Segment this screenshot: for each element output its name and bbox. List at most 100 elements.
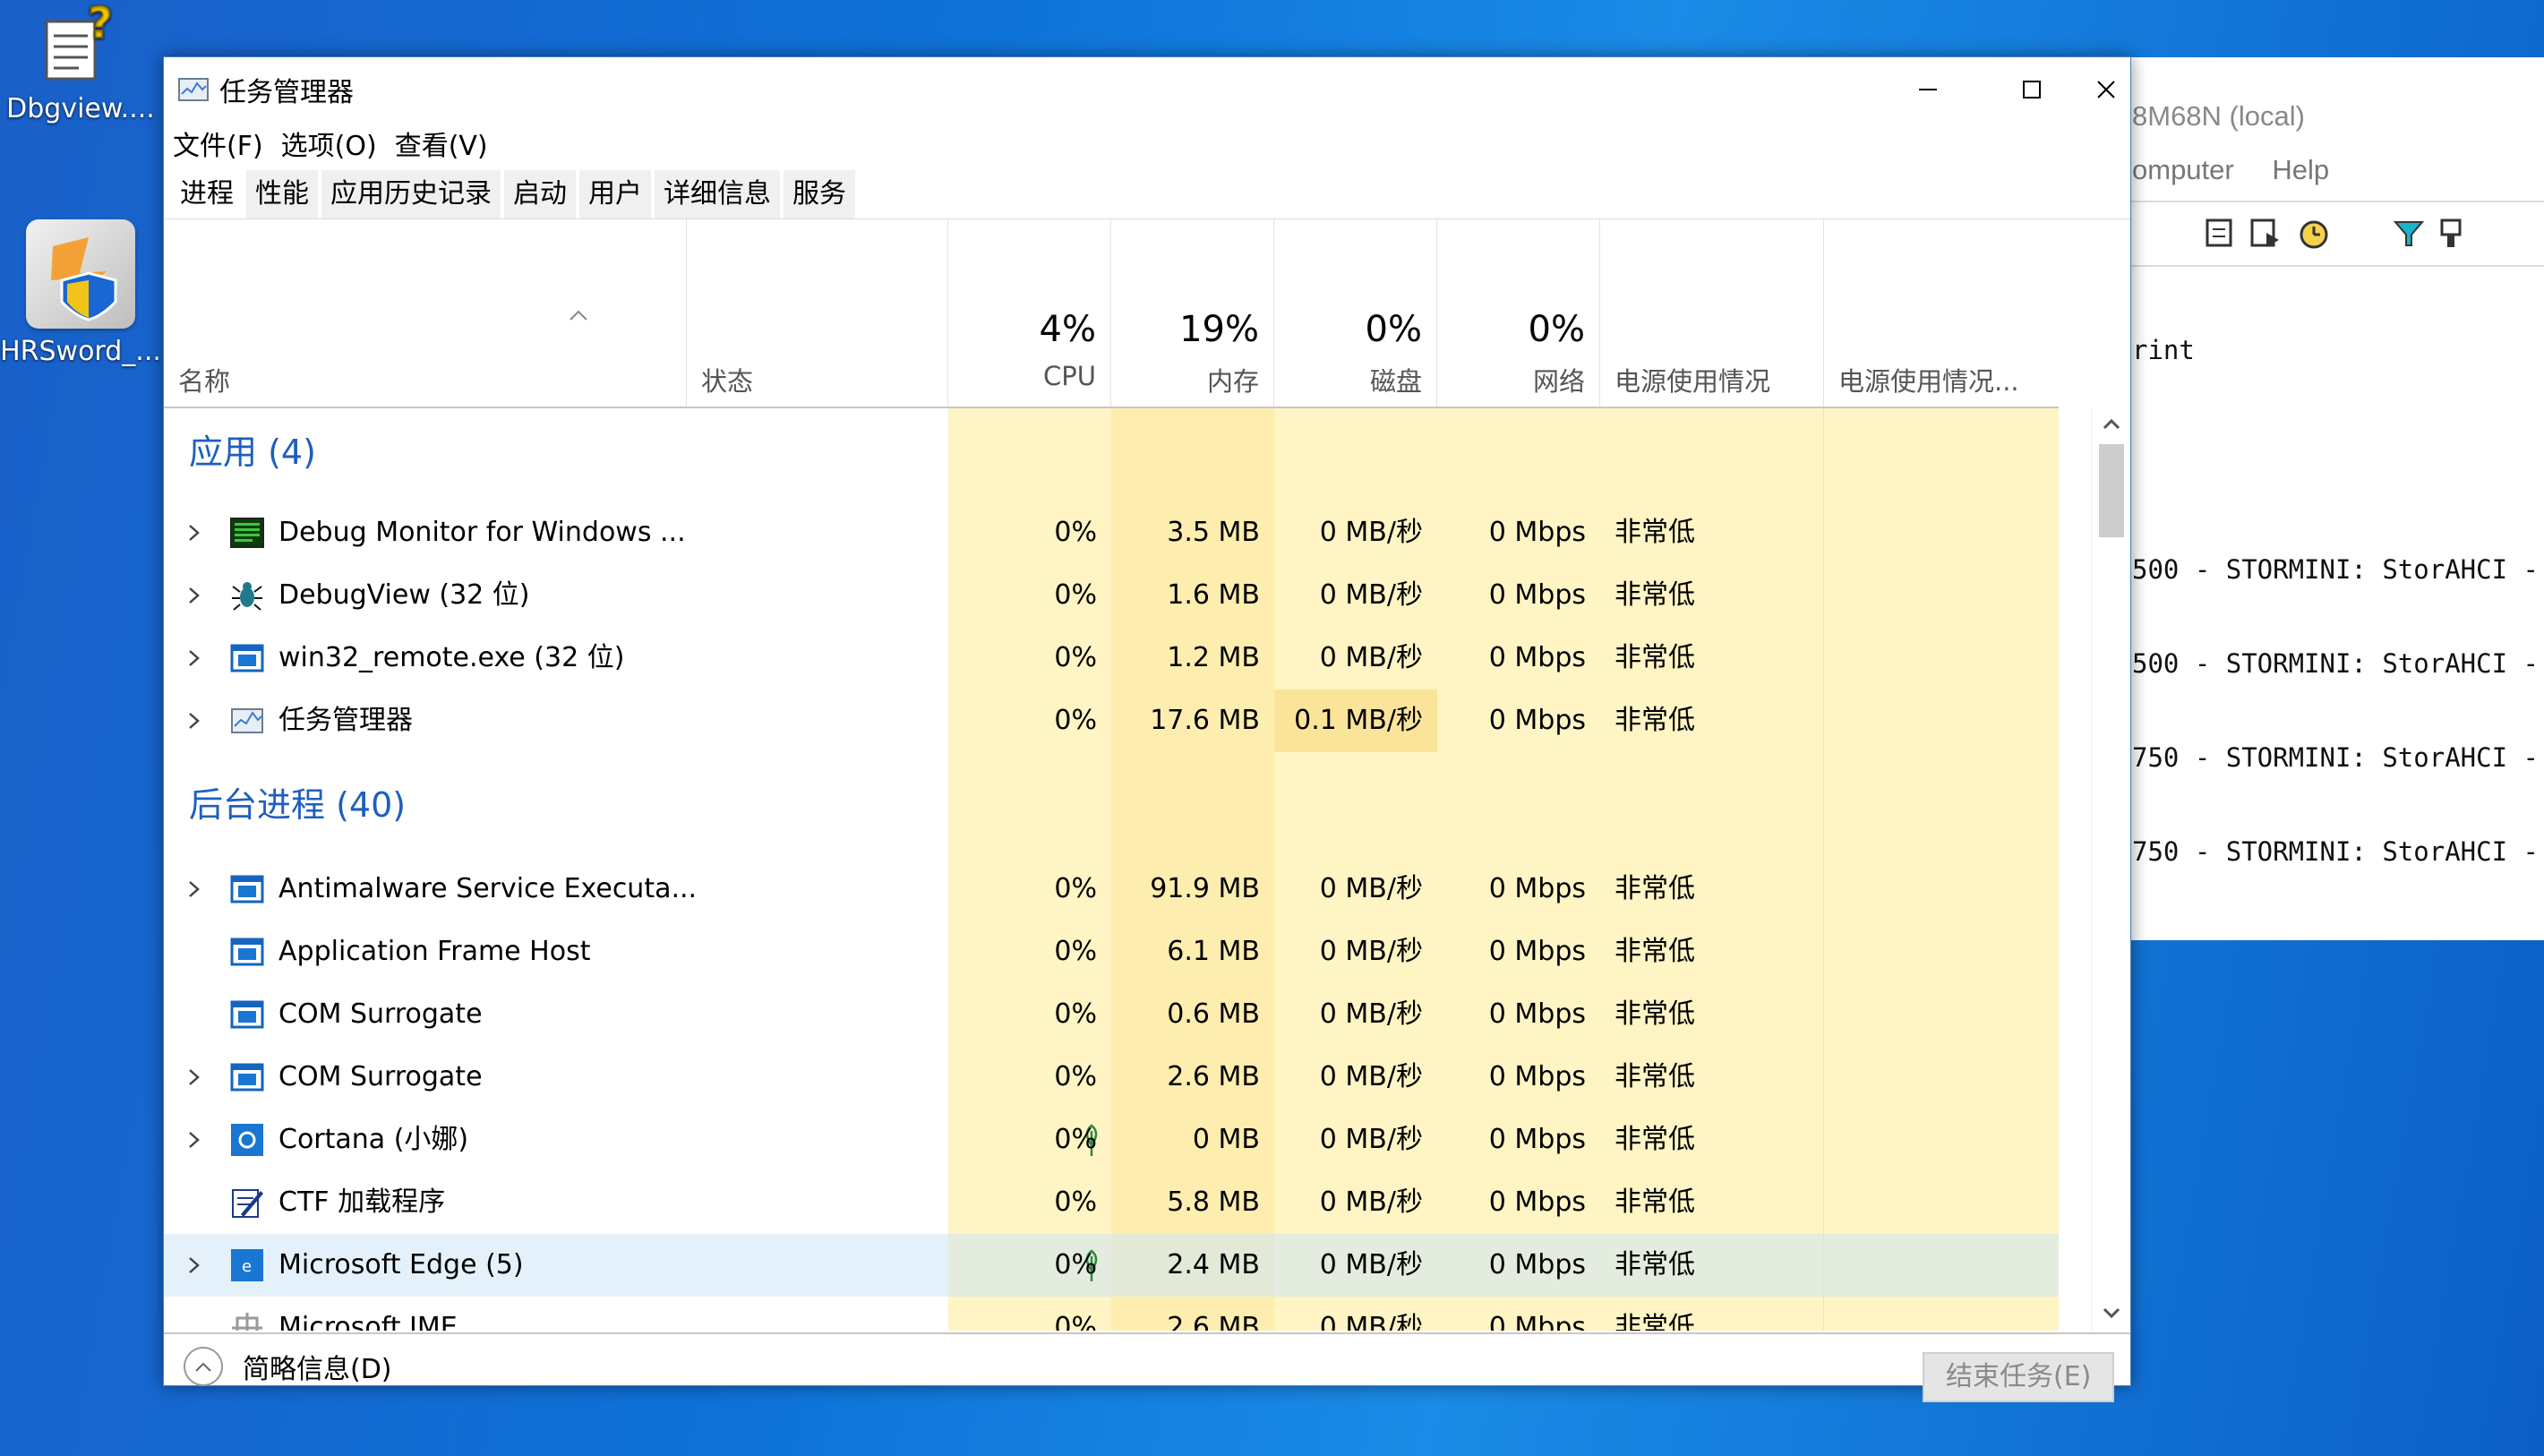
table-row[interactable]: win32_remote.exe (32 位) 0% 1.2 MB 0 MB/秒 0 M… <box>164 627 2059 689</box>
maximize-button[interactable] <box>1980 57 2084 122</box>
column-power-trend[interactable]: 电源使用情况... <box>1824 219 2059 407</box>
table-row[interactable]: CTF 加载程序 0% 5.8 MB 0 MB/秒 0 Mbps 非常低 <box>164 1171 2059 1234</box>
tab-services[interactable]: 服务 <box>784 170 855 218</box>
table-row[interactable]: Microsoft IME 0% 2.6 MB 0 MB/秒 0 Mbps 非常低 <box>164 1297 2059 1331</box>
disk-cell: 0 MB/秒 <box>1319 873 1423 904</box>
network-cell: 0 Mbps <box>1488 1249 1586 1280</box>
table-row[interactable]: Antimalware Service Executa... 0% 91.9 MB 0… <box>164 858 2059 921</box>
column-status[interactable]: 状态 <box>687 219 948 407</box>
column-power[interactable]: 电源使用情况 <box>1600 219 1824 407</box>
desktop-icon-hrsword[interactable]: HRSword_... <box>0 219 161 367</box>
cpu-cell: 0% <box>1054 1312 1097 1331</box>
expand-chevron-icon[interactable] <box>185 879 203 899</box>
table-row[interactable]: Cortana (小娜) 0% 0 MB 0 MB/秒 0 Mbps 非常低 <box>164 1109 2059 1171</box>
vertical-scrollbar[interactable] <box>2091 408 2130 1331</box>
expand-chevron-icon[interactable] <box>185 1130 203 1150</box>
memory-cell: 3.5 MB <box>1167 517 1260 548</box>
disk-cell: 0 MB/秒 <box>1319 517 1423 548</box>
network-cell: 0 Mbps <box>1488 998 1586 1030</box>
log-line: 500 - STORMINI: StorAHCI - <box>2132 554 2539 585</box>
tab-processes[interactable]: 进程 <box>171 170 243 218</box>
menu-file[interactable]: 文件(F) <box>171 124 265 163</box>
table-row[interactable]: Application Frame Host 0% 6.1 MB 0 MB/秒 0 Mb… <box>164 921 2059 983</box>
column-memory[interactable]: 19% 内存 <box>1111 219 1274 407</box>
minimize-button[interactable] <box>1876 57 1980 122</box>
network-cell: 0 Mbps <box>1488 642 1586 673</box>
title-bar[interactable]: 任务管理器 <box>164 57 2130 122</box>
memory-cell: 6.1 MB <box>1167 936 1260 967</box>
tab-details[interactable]: 详细信息 <box>655 170 780 218</box>
clock-icon[interactable] <box>2297 215 2331 251</box>
expand-chevron-icon[interactable] <box>185 1067 203 1087</box>
network-cell: 0 Mbps <box>1488 873 1586 904</box>
cpu-cell: 0% <box>1054 1124 1097 1155</box>
column-cpu[interactable]: 4% CPU <box>948 219 1111 407</box>
edit-icon[interactable] <box>2204 215 2238 251</box>
disk-total: 0% <box>1365 309 1422 350</box>
expand-chevron-icon[interactable] <box>185 523 203 543</box>
filter-icon[interactable] <box>2392 215 2426 251</box>
cpu-cell: 0% <box>1054 705 1097 736</box>
scroll-up-icon[interactable] <box>2101 415 2122 433</box>
menu-view[interactable]: 查看(V) <box>393 124 490 163</box>
column-cpu-label: CPU <box>1043 361 1096 391</box>
table-row[interactable]: DebugView (32 位) 0% 1.6 MB 0 MB/秒 0 Mbps 非常低 <box>164 564 2059 627</box>
end-task-button[interactable]: 结束任务(E) <box>1923 1352 2115 1402</box>
window-app-icon <box>230 641 264 675</box>
cpu-cell: 0% <box>1054 1186 1097 1218</box>
process-name: COM Surrogate <box>278 1061 483 1092</box>
fewer-details-button[interactable]: 简略信息(D) <box>184 1347 392 1386</box>
column-name-label: 名称 <box>178 366 231 397</box>
task-manager-window[interactable]: 任务管理器 文件(F) 选项(O) 查看(V) 进程 性能 应用历史记录 启动 … <box>163 56 2132 1402</box>
tab-users[interactable]: 用户 <box>579 170 651 218</box>
bug-icon <box>230 578 264 612</box>
menu-options[interactable]: 选项(O) <box>279 124 379 163</box>
scrollbar-thumb[interactable] <box>2099 444 2124 537</box>
group-header-apps: 应用 (4) <box>164 408 2059 501</box>
menu-help[interactable]: Help <box>2272 154 2329 185</box>
memory-cell: 0.6 MB <box>1167 998 1260 1030</box>
close-button[interactable] <box>2080 57 2132 122</box>
column-power-label: 电源使用情况 <box>1615 366 1771 397</box>
process-name: Cortana (小娜) <box>278 1124 469 1155</box>
table-row[interactable]: 任务管理器 0% 17.6 MB 0.1 MB/秒 0 Mbps 非常低 <box>164 689 2059 752</box>
expand-chevron-icon[interactable] <box>185 586 203 605</box>
column-disk[interactable]: 0% 磁盘 <box>1274 219 1437 407</box>
table-row[interactable]: COM Surrogate 0% 0.6 MB 0 MB/秒 0 Mbps 非常低 <box>164 983 2059 1046</box>
table-row[interactable]: COM Surrogate 0% 2.6 MB 0 MB/秒 0 Mbps 非常低 <box>164 1046 2059 1109</box>
tab-startup[interactable]: 启动 <box>504 170 576 218</box>
cortana-icon <box>230 1123 264 1157</box>
network-cell: 0 Mbps <box>1488 1312 1586 1331</box>
expand-chevron-icon[interactable] <box>185 648 203 668</box>
power-cell: 非常低 <box>1615 1124 1695 1155</box>
memory-cell: 91.9 MB <box>1150 873 1260 904</box>
desktop-icon-dbgview[interactable]: ? Dbgview.... <box>0 0 161 124</box>
column-network[interactable]: 0% 网络 <box>1437 219 1600 407</box>
expand-chevron-icon[interactable] <box>185 711 203 731</box>
cpu-cell: 0% <box>1054 579 1097 611</box>
column-disk-label: 磁盘 <box>1369 366 1422 397</box>
process-name: Antimalware Service Executa... <box>278 873 698 904</box>
network-cell: 0 Mbps <box>1488 705 1586 736</box>
background-window[interactable]: 8M68N (local) omputer Help rint 500 - ST… <box>2122 57 2544 940</box>
tab-performance[interactable]: 性能 <box>246 170 318 218</box>
column-name[interactable]: 名称 <box>164 219 687 407</box>
power-cell: 非常低 <box>1615 998 1695 1030</box>
window-app-icon <box>230 998 264 1032</box>
disk-cell: 0 MB/秒 <box>1319 1312 1423 1331</box>
table-row[interactable]: e Microsoft Edge (5) 0% 2.4 MB 0 MB/秒 0 Mbps 非… <box>164 1234 2059 1297</box>
network-cell: 0 Mbps <box>1488 579 1586 611</box>
menu-computer[interactable]: omputer <box>2132 154 2234 185</box>
tab-app-history[interactable]: 应用历史记录 <box>321 170 501 218</box>
table-row[interactable]: Debug Monitor for Windows ... 0% 3.5 MB 0 M… <box>164 501 2059 564</box>
capture-icon[interactable] <box>2248 215 2283 251</box>
group-label: 应用 (4) <box>189 433 316 472</box>
scroll-down-icon[interactable] <box>2101 1304 2122 1322</box>
power-cell: 非常低 <box>1615 1186 1695 1218</box>
network-cell: 0 Mbps <box>1488 517 1586 548</box>
window-app-icon <box>230 1060 264 1094</box>
expand-chevron-icon[interactable] <box>185 1255 203 1275</box>
highlight-icon[interactable] <box>2435 215 2469 251</box>
disk-cell: 0 MB/秒 <box>1319 579 1423 611</box>
footer-bar: 简略信息(D) 结束任务(E) <box>164 1334 2132 1402</box>
